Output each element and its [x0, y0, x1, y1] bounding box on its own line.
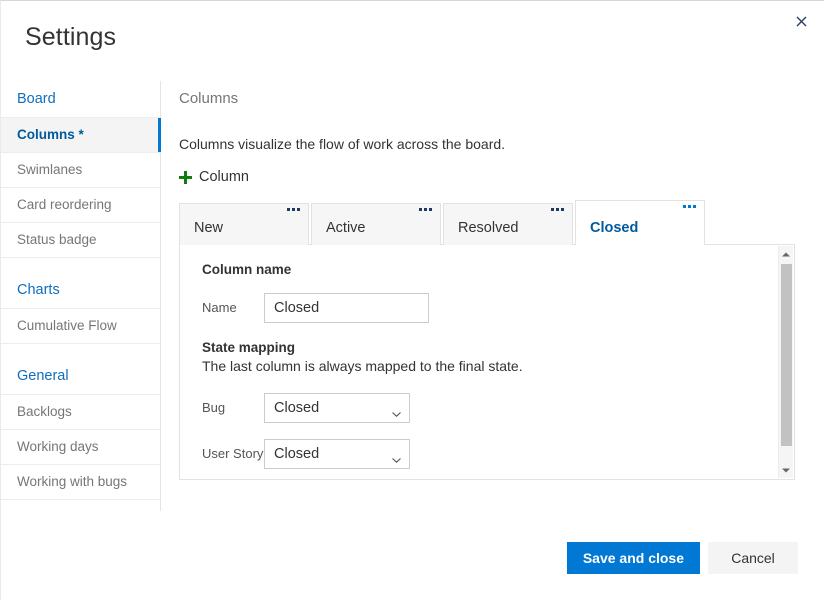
sidebar-divider — [1, 257, 160, 272]
page-title: Settings — [25, 23, 117, 51]
settings-sidebar: Board Columns * Swimlanes Card reorderin… — [1, 81, 161, 511]
sidebar-divider — [1, 499, 160, 500]
sidebar-item-working-with-bugs[interactable]: Working with bugs — [1, 464, 160, 499]
column-name-input[interactable] — [264, 293, 429, 323]
sidebar-item-label: Cumulative Flow — [17, 318, 117, 333]
sidebar-item-label: Working with bugs — [17, 474, 128, 489]
tab-closed[interactable]: Closed — [575, 200, 705, 245]
sidebar-divider — [1, 343, 160, 358]
mapping-label: User Story — [202, 446, 264, 461]
bug-state-value[interactable]: Closed — [264, 393, 410, 423]
tab-resolved[interactable]: Resolved — [443, 203, 573, 245]
tab-active[interactable]: Active — [311, 203, 441, 245]
tab-label: Active — [326, 220, 366, 236]
sidebar-item-working-days[interactable]: Working days — [1, 429, 160, 464]
sidebar-item-cumulative-flow[interactable]: Cumulative Flow — [1, 308, 160, 343]
sidebar-item-status-badge[interactable]: Status badge — [1, 222, 160, 257]
bug-state-select[interactable]: Closed — [264, 393, 410, 423]
column-tabs: New Active Resolved Closed — [179, 200, 795, 245]
mapping-row-bug: Bug Closed — [202, 393, 774, 423]
user-story-state-value[interactable]: Closed — [264, 439, 410, 469]
settings-dialog: Settings Board Columns * Swimlanes Card … — [0, 0, 824, 600]
sidebar-item-label: Columns * — [17, 127, 84, 142]
content-heading: Columns — [179, 90, 239, 107]
close-icon — [796, 16, 807, 27]
sidebar-group-board: Board Columns * Swimlanes Card reorderin… — [1, 81, 161, 272]
add-column-label: Column — [199, 169, 249, 185]
tab-label: Resolved — [458, 220, 519, 236]
state-mapping-title: State mapping — [202, 340, 296, 355]
sidebar-group-title-charts: Charts — [17, 282, 60, 298]
sidebar-item-label: Working days — [17, 439, 99, 454]
sidebar-group-title-board: Board — [17, 91, 56, 107]
sidebar-item-label: Swimlanes — [17, 162, 83, 177]
panel-body: Column name Name State mapping The last … — [180, 245, 794, 469]
mapping-label: Bug — [202, 400, 226, 415]
sidebar-item-backlogs[interactable]: Backlogs — [1, 394, 160, 429]
sidebar-item-swimlanes[interactable]: Swimlanes — [1, 152, 160, 187]
panel-scrollbar[interactable] — [778, 246, 793, 478]
tab-overflow-icon[interactable] — [551, 208, 564, 211]
sidebar-item-card-reordering[interactable]: Card reordering — [1, 187, 160, 222]
tab-overflow-icon[interactable] — [419, 208, 432, 211]
close-button[interactable] — [786, 6, 816, 36]
dialog-footer: Save and close Cancel — [566, 542, 798, 574]
mapping-row-user-story: User Story Closed — [202, 439, 774, 469]
column-name-title: Column name — [202, 262, 292, 277]
dialog-header: Settings — [1, 1, 824, 81]
tab-new[interactable]: New — [179, 203, 309, 245]
sidebar-item-columns[interactable]: Columns * — [1, 117, 161, 152]
sidebar-group-charts: Charts Cumulative Flow — [1, 272, 160, 358]
user-story-state-select[interactable]: Closed — [264, 439, 410, 469]
sidebar-item-label: Backlogs — [17, 404, 72, 419]
name-label: Name — [202, 300, 237, 315]
sidebar-group-title-general: General — [17, 368, 69, 384]
sidebar-item-label: Card reordering — [17, 197, 112, 212]
scrollbar-thumb[interactable] — [781, 264, 792, 446]
scroll-up-icon[interactable] — [779, 246, 793, 262]
tab-overflow-icon[interactable] — [683, 205, 696, 208]
tab-overflow-icon[interactable] — [287, 208, 300, 211]
add-column-button[interactable]: Column — [179, 168, 249, 186]
state-mapping-description: The last column is always mapped to the … — [202, 358, 523, 374]
sidebar-group-general: General Backlogs Working days Working wi… — [1, 358, 160, 500]
column-settings-panel: Column name Name State mapping The last … — [179, 244, 795, 480]
sidebar-item-label: Status badge — [17, 232, 97, 247]
content-description: Columns visualize the flow of work acros… — [179, 136, 506, 152]
save-and-close-button[interactable]: Save and close — [566, 542, 700, 574]
cancel-button[interactable]: Cancel — [708, 542, 798, 574]
scroll-down-icon[interactable] — [779, 462, 793, 478]
settings-content: Columns Columns visualize the flow of wo… — [179, 89, 795, 480]
plus-icon — [179, 170, 192, 184]
tab-label: New — [194, 220, 224, 236]
name-field-row: Name — [202, 293, 774, 323]
tab-label: Closed — [590, 220, 639, 236]
